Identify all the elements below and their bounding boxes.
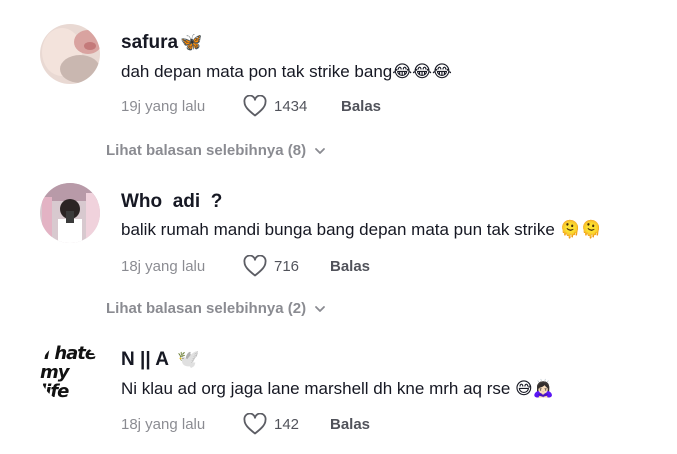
avatar[interactable] <box>40 183 100 243</box>
reply-button[interactable]: Balas <box>330 416 370 433</box>
heart-icon[interactable] <box>243 95 267 117</box>
comment-time: 18j yang lalu <box>121 415 206 433</box>
username-text[interactable]: Who adi ? <box>121 191 222 212</box>
heart-icon[interactable] <box>243 413 267 435</box>
heart-icon[interactable] <box>243 255 267 277</box>
avatar[interactable]: i hate my life <box>40 342 100 402</box>
like-count: 142 <box>274 415 300 433</box>
reply-button[interactable]: Balas <box>341 98 381 115</box>
avatar[interactable] <box>40 24 100 84</box>
avatar-text: my life <box>40 361 70 402</box>
avatar-text: i hate <box>43 342 97 364</box>
comment-text: dah depan mata pon tak strike bang😂😂😂 <box>121 62 452 81</box>
like-count: 716 <box>274 257 300 275</box>
butterfly-emoji: 🦋 <box>180 32 203 52</box>
reply-button[interactable]: Balas <box>330 258 370 275</box>
view-more-replies-label[interactable]: Lihat balasan selebihnya (2) <box>106 300 306 317</box>
comment-text: balik rumah mandi bunga bang depan mata … <box>121 220 602 239</box>
comment-username[interactable]: Who adi ? <box>121 191 222 213</box>
chevron-down-icon[interactable] <box>314 303 326 315</box>
username-text[interactable]: N || A <box>121 349 169 370</box>
chevron-down-icon[interactable] <box>314 145 326 157</box>
comment-meta: 18j yang lalu 142 Balas <box>121 413 370 435</box>
comment-time: 19j yang lalu <box>121 97 206 115</box>
like-count: 1434 <box>274 97 308 115</box>
comment-time: 18j yang lalu <box>121 257 206 275</box>
like-button[interactable]: 1434 <box>243 95 341 117</box>
view-more-replies[interactable]: Lihat balasan selebihnya (8) <box>106 142 326 159</box>
like-button[interactable]: 716 <box>243 255 330 277</box>
like-button[interactable]: 142 <box>243 413 330 435</box>
dove-emoji: 🕊️ <box>176 349 200 369</box>
comment-meta: 19j yang lalu 1434 Balas <box>121 95 381 117</box>
comment-username[interactable]: safura 🦋 <box>121 32 202 54</box>
view-more-replies-label[interactable]: Lihat balasan selebihnya (8) <box>106 142 306 159</box>
view-more-replies[interactable]: Lihat balasan selebihnya (2) <box>106 300 326 317</box>
username-text[interactable]: safura <box>121 32 178 53</box>
comment-username[interactable]: N || A 🕊️ <box>121 349 199 371</box>
comment-text: Ni klau ad org jaga lane marshell dh kne… <box>121 379 554 398</box>
comment-meta: 18j yang lalu 716 Balas <box>121 255 370 277</box>
